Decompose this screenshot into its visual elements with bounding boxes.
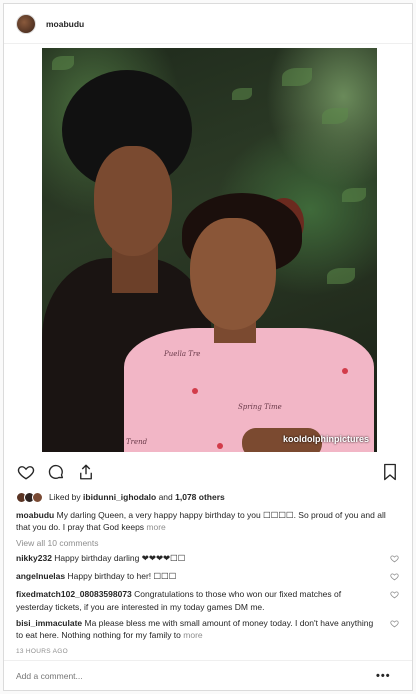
comment-icon[interactable] [46,462,66,482]
share-icon[interactable] [76,462,96,482]
comment-text: Happy birthday to her! ☐☐☐ [65,570,177,581]
print-word: Trend [126,438,148,446]
likes-count-link[interactable]: 1,078 others [175,492,225,502]
comment-username[interactable]: angelnuelas [16,571,65,581]
comment-item: nikky232 Happy birthday darling ❤❤❤❤☐☐ [4,550,412,568]
comment-item: bisi_immaculate Ma please bless me with … [4,615,412,644]
post-card: moabudu Puella Tre Spring Time Trend koo… [3,3,413,691]
post-header: moabudu [4,4,412,44]
print-word: Spring Time [238,403,282,411]
caption-more-link[interactable]: more [146,522,165,532]
comment-username[interactable]: nikky232 [16,553,52,563]
view-all-comments-link[interactable]: View all 10 comments [4,534,412,550]
caption-username[interactable]: moabudu [16,510,54,520]
comment-username[interactable]: fixedmatch102_08083598073 [16,589,132,599]
comment-more-link[interactable]: more [183,630,202,640]
avatar[interactable] [16,13,36,34]
likes-row: Liked by ibidunni_ighodalo and 1,078 oth… [4,489,412,505]
print-word: Puella Tre [164,350,201,358]
avatar[interactable] [32,491,43,503]
post-caption: moabudu My darling Queen, a very happy h… [4,505,412,534]
comment-username[interactable]: bisi_immaculate [16,618,82,628]
photo-watermark: kooldolphinpictures [282,434,369,444]
heart-icon[interactable] [16,462,36,482]
comment-like-icon[interactable] [390,619,400,642]
comment-item: fixedmatch102_08083598073 Congratulation… [4,586,412,615]
liked-by-user-link[interactable]: ibidunni_ighodalo [83,492,156,502]
post-photo-container: Puella Tre Spring Time Trend kooldolphin… [4,44,412,455]
add-comment-input[interactable] [16,670,376,681]
caption-text: My darling Queen, a very happy happy bir… [16,510,386,533]
comment-like-icon[interactable] [390,572,400,584]
likes-text: Liked by ibidunni_ighodalo and 1,078 oth… [49,492,225,502]
comment-text: Happy birthday darling ❤❤❤❤☐☐ [51,552,186,563]
post-username[interactable]: moabudu [46,19,84,29]
comment-like-icon[interactable] [390,590,400,613]
comment-item: angelnuelas Happy birthday to her! ☐☐☐ [4,568,412,586]
bookmark-icon[interactable] [380,462,400,482]
more-options-icon[interactable]: ••• [376,670,391,682]
add-comment-bar: ••• [4,660,412,690]
comment-like-icon[interactable] [390,554,400,566]
action-bar [4,455,412,489]
post-photo[interactable]: Puella Tre Spring Time Trend kooldolphin… [42,48,377,452]
liker-avatars[interactable] [16,491,43,503]
